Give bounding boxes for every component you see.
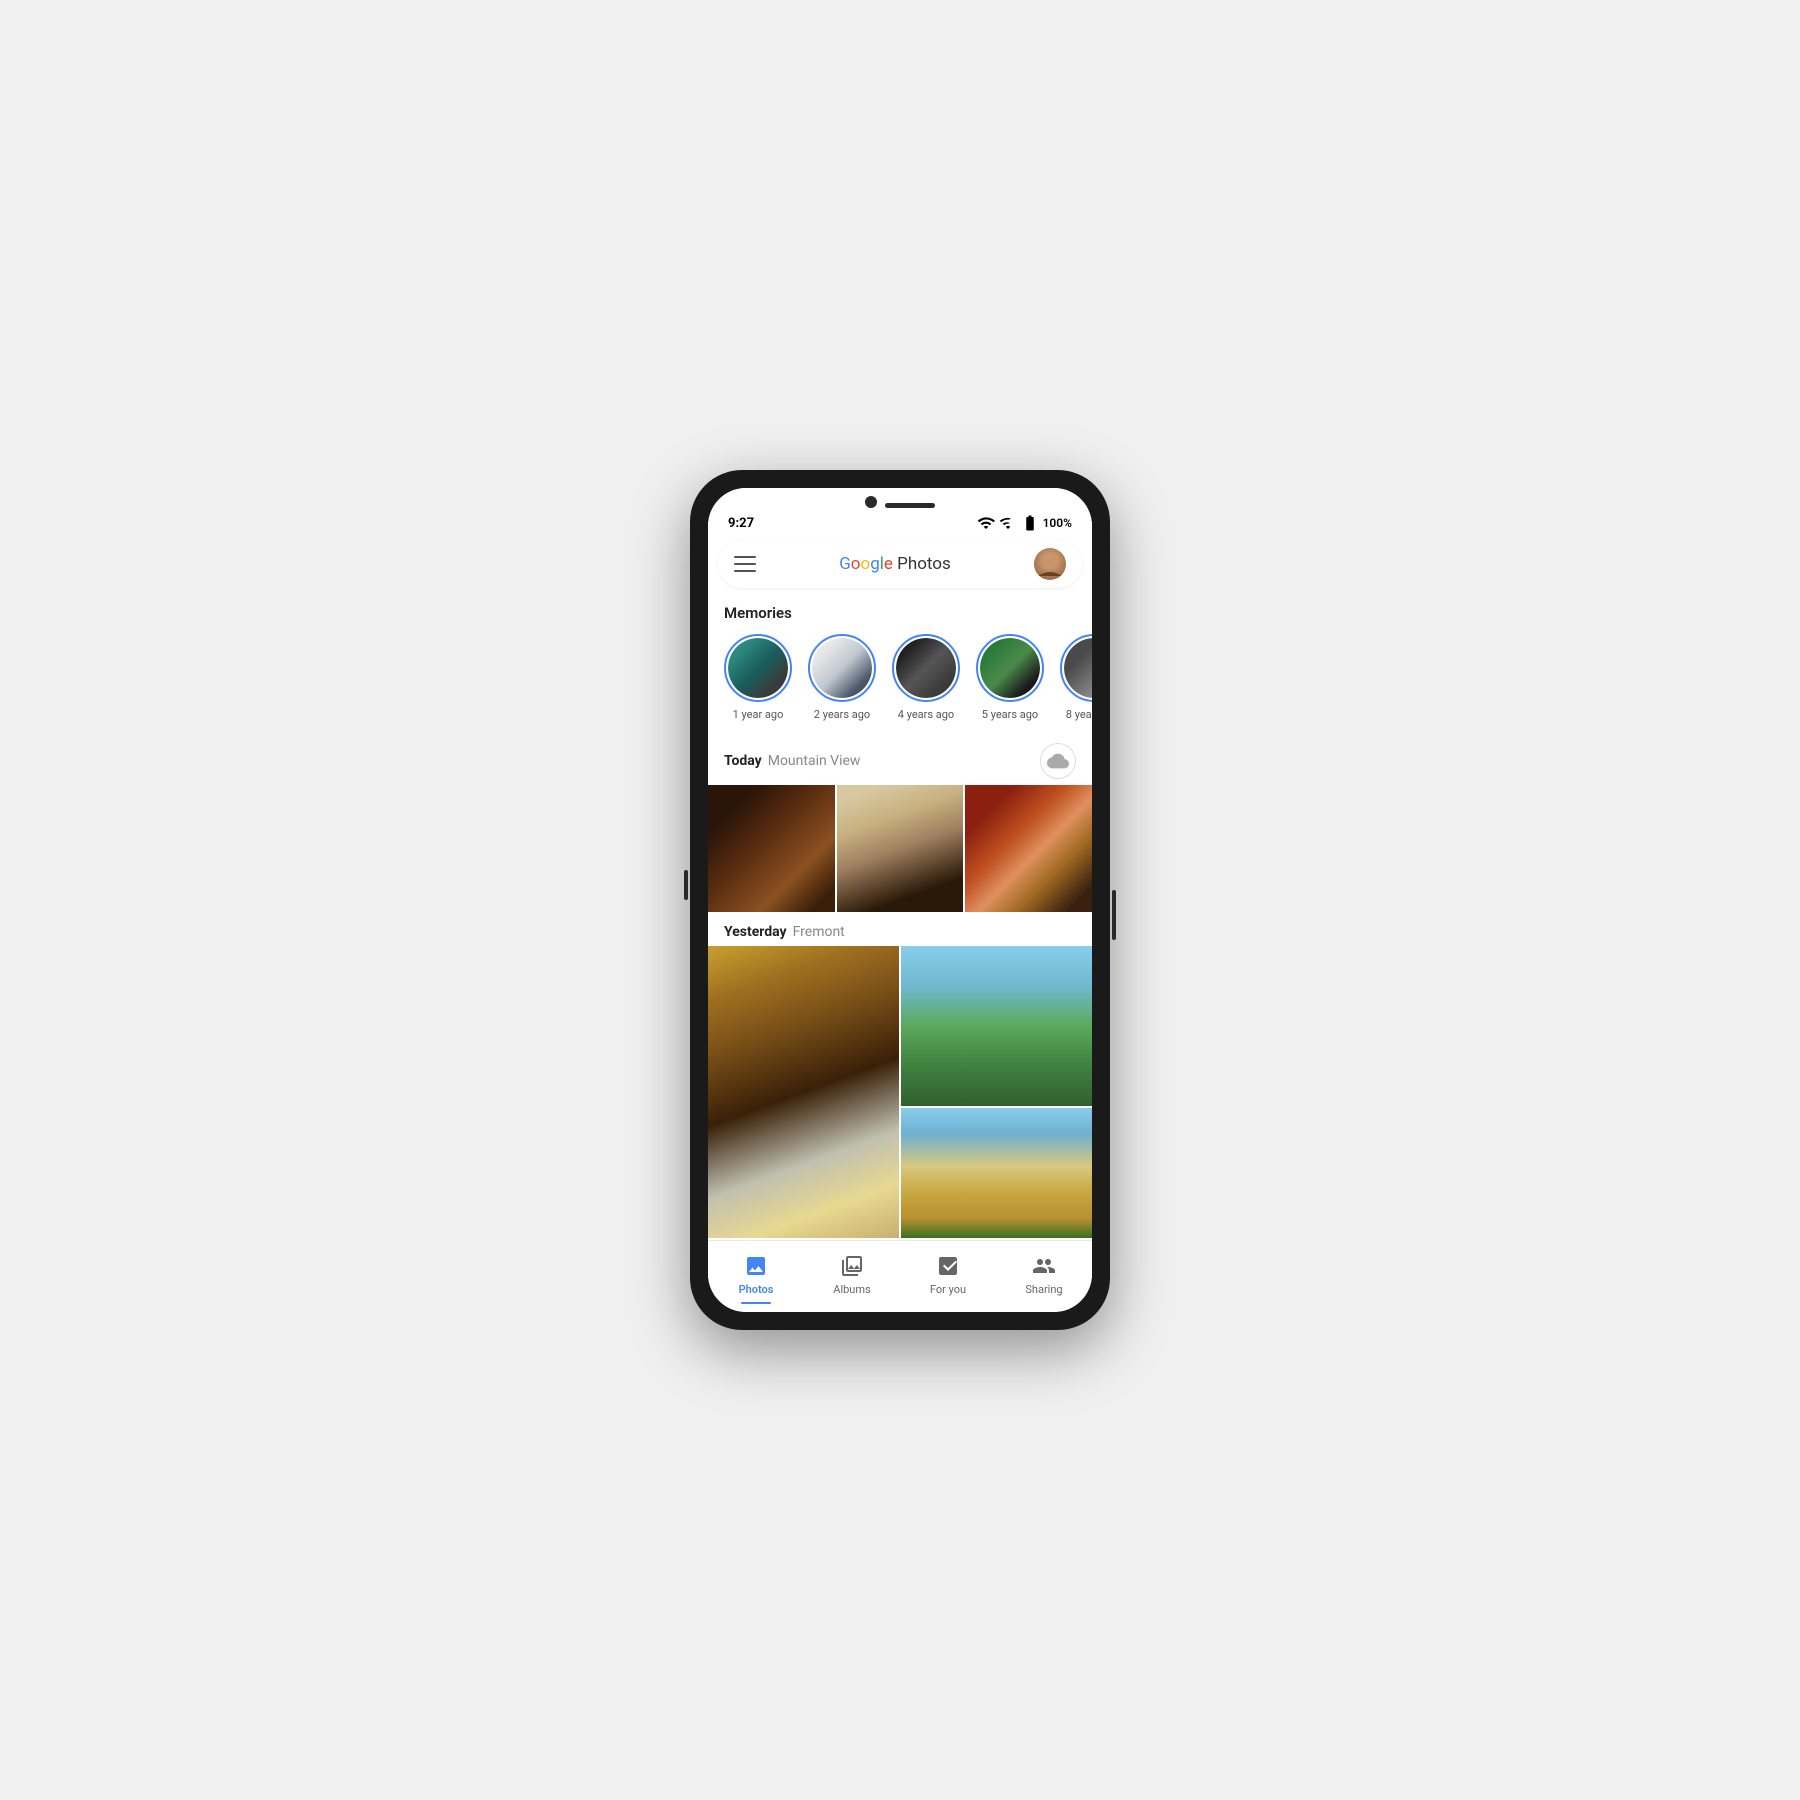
phone-frame: 9:27 100% xyxy=(690,470,1110,1330)
today-label: Today xyxy=(724,753,762,769)
yesterday-location: Fremont xyxy=(793,924,845,940)
battery-percent: 100% xyxy=(1043,516,1072,530)
speaker xyxy=(885,503,935,508)
notch xyxy=(708,488,1092,512)
today-photo-2[interactable] xyxy=(837,785,964,912)
backup-button[interactable] xyxy=(1040,743,1076,779)
nav-albums[interactable]: Albums xyxy=(804,1249,900,1308)
today-location: Mountain View xyxy=(768,753,861,769)
toolbar: Google Photos xyxy=(718,540,1082,588)
yesterday-label: Yesterday xyxy=(724,924,787,940)
nav-sharing[interactable]: Sharing xyxy=(996,1249,1092,1308)
memory-label-5yr: 5 years ago xyxy=(982,708,1038,721)
avatar[interactable] xyxy=(1034,548,1066,580)
memories-header: Memories xyxy=(708,592,1092,630)
albums-nav-icon xyxy=(839,1253,865,1279)
signal-icon xyxy=(999,514,1017,532)
nav-for-you[interactable]: For you xyxy=(900,1249,996,1308)
yesterday-section-header: Yesterday Fremont xyxy=(708,914,1092,946)
today-photo-3[interactable] xyxy=(965,785,1092,912)
memory-circle-4yr xyxy=(892,634,960,702)
memory-item-8yr[interactable]: 8 years ago xyxy=(1060,634,1092,721)
main-content: Memories 1 year ago xyxy=(708,592,1092,1240)
today-section-header: Today Mountain View xyxy=(708,733,1092,785)
memory-circle-2yr xyxy=(808,634,876,702)
today-photo-grid xyxy=(708,785,1092,914)
for-you-nav-label: For you xyxy=(930,1283,966,1296)
memory-label-1yr: 1 year ago xyxy=(733,708,784,721)
yesterday-photo-vineyard[interactable] xyxy=(901,946,1092,1106)
memory-label-8yr: 8 years ago xyxy=(1066,708,1092,721)
today-date-text: Today Mountain View xyxy=(724,753,860,769)
battery-icon xyxy=(1021,514,1039,532)
avatar-image xyxy=(1034,548,1066,580)
albums-nav-label: Albums xyxy=(833,1283,870,1296)
memory-label-4yr: 4 years ago xyxy=(898,708,954,721)
memory-circle-5yr xyxy=(976,634,1044,702)
yesterday-photo-winery[interactable] xyxy=(708,946,899,1238)
google-photos-logo: Google Photos xyxy=(768,554,1022,574)
memory-item-4yr[interactable]: 4 years ago xyxy=(892,634,960,721)
photos-nav-indicator xyxy=(741,1302,771,1304)
photos-nav-label: Photos xyxy=(739,1283,774,1296)
memory-item-5yr[interactable]: 5 years ago xyxy=(976,634,1044,721)
sharing-nav-icon xyxy=(1031,1253,1057,1279)
memory-circle-1yr xyxy=(724,634,792,702)
time-display: 9:27 xyxy=(728,516,754,531)
nav-photos[interactable]: Photos xyxy=(708,1249,804,1308)
photos-nav-icon xyxy=(743,1253,769,1279)
memory-label-2yr: 2 years ago xyxy=(814,708,870,721)
menu-button[interactable] xyxy=(734,556,756,572)
memories-row: 1 year ago 2 years ago xyxy=(708,630,1092,733)
sharing-nav-label: Sharing xyxy=(1025,1283,1062,1296)
for-you-nav-icon xyxy=(935,1253,961,1279)
today-photo-1[interactable] xyxy=(708,785,835,912)
memory-item-1yr[interactable]: 1 year ago xyxy=(724,634,792,721)
cloud-icon xyxy=(1047,750,1069,772)
camera xyxy=(865,496,877,508)
wifi-icon xyxy=(977,514,995,532)
yesterday-photo-church[interactable] xyxy=(901,1108,1092,1238)
memory-circle-8yr xyxy=(1060,634,1092,702)
yesterday-photo-grid xyxy=(708,946,1092,1240)
yesterday-date-text: Yesterday Fremont xyxy=(724,924,845,940)
memory-item-2yr[interactable]: 2 years ago xyxy=(808,634,876,721)
status-bar: 9:27 100% xyxy=(708,512,1092,536)
phone-screen: 9:27 100% xyxy=(708,488,1092,1312)
status-icons: 100% xyxy=(977,514,1072,532)
bottom-nav: Photos Albums For you xyxy=(708,1240,1092,1312)
